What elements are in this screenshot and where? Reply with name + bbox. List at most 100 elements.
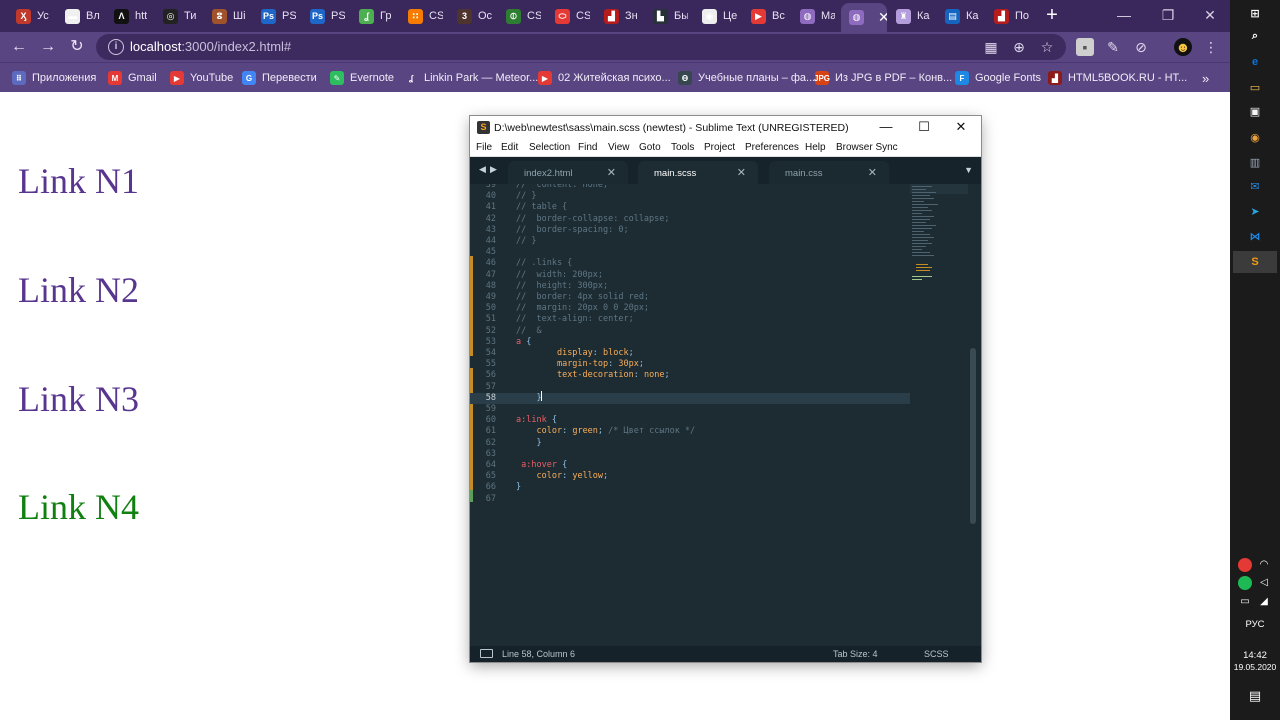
bookmark-item[interactable]: G Перевести (242, 69, 317, 87)
close-icon[interactable]: ✕ (868, 166, 877, 179)
code-line[interactable]: 61 color: green; /* Цвет ссылок */ (470, 426, 910, 437)
browser-tab[interactable]: ◍ ✕ (841, 3, 887, 32)
tab-list-dropdown-icon[interactable]: ▼ (964, 165, 973, 175)
code-line[interactable]: 48 // height: 300px; (470, 281, 910, 292)
code-line[interactable]: 40 // } (470, 191, 910, 202)
browser-tab[interactable]: ⬭ CS (547, 2, 595, 30)
bookmark-item[interactable]: ʆ Linkin Park — Meteor... (404, 69, 538, 87)
code-line[interactable]: 52 // & (470, 326, 910, 337)
clock-time[interactable]: 14:42 (1230, 650, 1280, 661)
link-n1[interactable]: Link N1 (18, 160, 139, 202)
code-line[interactable]: 56 text-decoration: none; (470, 370, 910, 381)
minimap[interactable] (910, 184, 968, 294)
code-editor[interactable]: 39 // content: none; 40 // } 41 // table {42 /… (470, 184, 981, 646)
code-line[interactable]: 65 color: yellow; (470, 471, 910, 482)
profile-avatar[interactable]: ☻ (1174, 38, 1192, 56)
bookmark-item[interactable]: ⠿ Приложения (12, 69, 96, 87)
link-n2[interactable]: Link N2 (18, 269, 139, 311)
menu-item[interactable]: Goto (639, 142, 661, 153)
menu-item[interactable]: File (476, 142, 492, 153)
menu-item[interactable]: Help (805, 142, 826, 153)
translate-icon[interactable]: ▦ (982, 38, 1000, 56)
bookmark-star-icon[interactable]: ☆ (1038, 38, 1056, 56)
link-n4[interactable]: Link N4 (18, 486, 139, 528)
clock-date[interactable]: 19.05.2020 (1230, 662, 1280, 672)
code-line[interactable]: 46 // .links { (470, 258, 910, 269)
syntax-indicator[interactable]: SCSS (924, 649, 949, 659)
editor-scrollbar-thumb[interactable] (970, 348, 976, 524)
bookmark-item[interactable]: JPG Из JPG в PDF – Конв... (814, 69, 952, 87)
pen-extension-icon[interactable]: ✎ (1104, 38, 1122, 56)
info-icon[interactable]: i (108, 39, 124, 55)
bookmark-item[interactable]: Ѳ Учебные планы – фа... (678, 69, 815, 87)
explorer-icon[interactable]: ▭ (1245, 77, 1265, 97)
code-line[interactable]: 53 a { (470, 337, 910, 348)
menu-item[interactable]: Edit (501, 142, 518, 153)
address-bar[interactable]: i localhost:3000/index2.html# ▦ ⊕ ☆ (96, 34, 1066, 60)
browser-tab[interactable]: Ps PS (302, 2, 350, 30)
menu-item[interactable]: Preferences (745, 142, 799, 153)
code-line[interactable]: 44 // } (470, 236, 910, 247)
browser-tab[interactable]: ▟ Зн (596, 2, 644, 30)
back-button[interactable]: ← (9, 37, 29, 57)
code-line[interactable]: 42 // border-collapse: collapse; (470, 214, 910, 225)
tab-index2-html[interactable]: index2.html ✕ (508, 161, 628, 184)
extension-icon[interactable]: ▪ (1076, 38, 1094, 56)
new-tab-button[interactable]: + (1042, 5, 1062, 25)
store-icon[interactable]: ▣ (1245, 101, 1265, 121)
tab-main-scss[interactable]: main.scss ✕ (638, 161, 758, 184)
sublime-maximize-button[interactable]: ☐ (913, 119, 935, 135)
reload-button[interactable]: ↻ (67, 37, 87, 57)
code-line[interactable]: 43 // border-spacing: 0; (470, 225, 910, 236)
close-icon[interactable]: ✕ (878, 9, 887, 26)
browser-tab[interactable]: ▤ Ка (937, 2, 985, 30)
tab-scroll-left-icon[interactable]: ◀ (479, 164, 486, 175)
zoom-icon[interactable]: ⊕ (1010, 38, 1028, 56)
bookmark-item[interactable]: ▟ HTML5BOOK.RU - HT... (1048, 69, 1187, 87)
wifi-icon[interactable]: ◠ (1257, 558, 1271, 572)
tab-main-css[interactable]: main.css ✕ (769, 161, 889, 184)
sublime-close-button[interactable]: ✕ (950, 119, 972, 135)
code-line[interactable]: 50 // margin: 20px 0 0 20px; (470, 303, 910, 314)
vscode-icon[interactable]: ⋈ (1245, 226, 1265, 246)
browser-tab[interactable]: ▶ Вс (743, 2, 791, 30)
code-line[interactable]: 55 margin-top: 30px; (470, 359, 910, 370)
browser-tab[interactable]: ∷ CS (400, 2, 448, 30)
browser-tab[interactable]: Ps PS (253, 2, 301, 30)
code-line[interactable]: 54 display: block; (470, 348, 910, 359)
close-icon[interactable]: ✕ (607, 166, 616, 179)
volume-icon[interactable]: ◁ (1257, 576, 1271, 590)
code-line[interactable]: 59 (470, 404, 910, 415)
menu-dots-icon[interactable]: ⋮ (1202, 38, 1220, 56)
browser-tab[interactable]: Λhtt (106, 2, 154, 30)
notifications-icon[interactable]: ▤ (1230, 688, 1280, 704)
menu-item[interactable]: Selection (529, 142, 570, 153)
chrome-icon[interactable]: ◉ (1245, 127, 1265, 147)
code-line[interactable]: 51 // text-align: center; (470, 314, 910, 325)
browser-tab[interactable]: ⵓ Ші (204, 2, 252, 30)
code-line[interactable]: 45 (470, 247, 910, 258)
menu-item[interactable]: Project (704, 142, 735, 153)
bookmark-item[interactable]: ▶ 02 Житейская психо... (538, 69, 671, 87)
url-text[interactable]: localhost:3000/index2.html# (130, 39, 291, 54)
menu-item[interactable]: Tools (671, 142, 694, 153)
bookmark-item[interactable]: ✎ Evernote (330, 69, 394, 87)
code-line[interactable]: 39 // content: none; (470, 184, 910, 191)
browser-tab[interactable]: ▙ Бы (645, 2, 693, 30)
network-icon[interactable]: ◢ (1257, 595, 1271, 609)
code-line[interactable]: 58 } (470, 392, 910, 404)
browser-tab[interactable]: ▬ Вл (57, 2, 105, 30)
browser-tab[interactable]: ◍ Ма (792, 2, 840, 30)
browser-tab[interactable]: ◉ Це (694, 2, 742, 30)
menu-icon[interactable]: ⊞ (1245, 3, 1265, 23)
code-line[interactable]: 67 (470, 494, 910, 505)
code-line[interactable]: 63 (470, 449, 910, 460)
browser-tab[interactable]: ◎ Ти (155, 2, 203, 30)
block-extension-icon[interactable]: ⊘ (1132, 38, 1150, 56)
menu-item[interactable]: Browser Sync (836, 142, 898, 153)
code-line[interactable]: 57 (470, 382, 910, 393)
browser-close-button[interactable]: ✕ (1190, 4, 1230, 26)
sublime-icon[interactable]: S (1233, 251, 1277, 273)
spotify-tray-icon[interactable] (1238, 576, 1252, 590)
chrome-tray-icon[interactable] (1238, 558, 1252, 572)
